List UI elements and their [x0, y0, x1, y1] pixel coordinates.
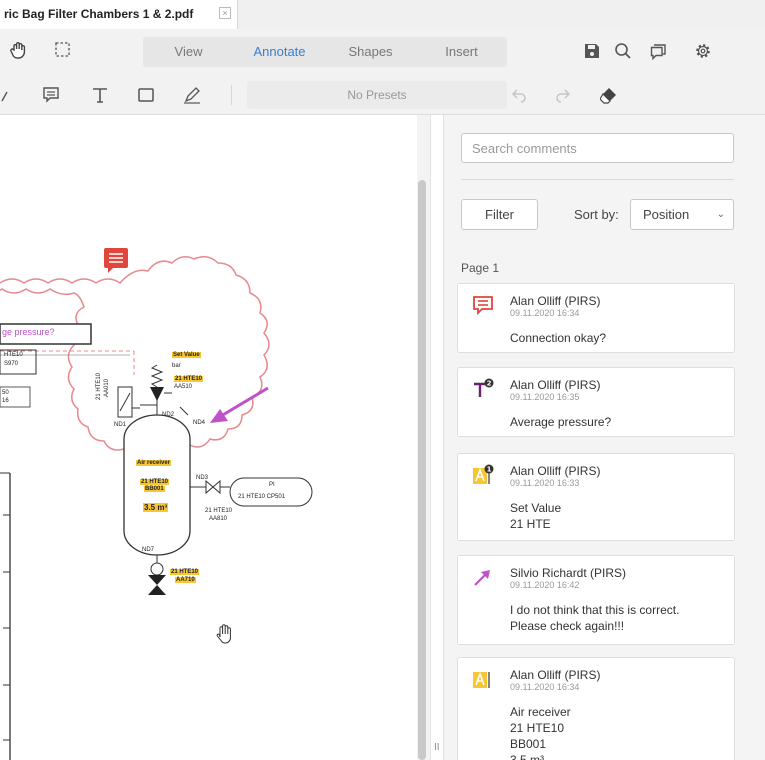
- page-comment-marker: [104, 248, 128, 273]
- save-icon[interactable]: [582, 41, 602, 61]
- hte-top-label: 21 HTE10: [174, 376, 204, 382]
- comment-author: Silvio Richardt (PIRS): [510, 566, 627, 580]
- sticky-note-comment-icon: [473, 296, 493, 316]
- aa710-label: AA710: [175, 577, 196, 583]
- sort-select-value: Position: [643, 207, 690, 222]
- document-tab-title: ric Bag Filter Chambers 1 & 2.pdf: [4, 7, 194, 21]
- comment-card[interactable]: 2 Alan Olliff (PIRS) 09.11.2020 16:35 Av…: [457, 367, 735, 437]
- resize-grip[interactable]: II: [434, 742, 440, 753]
- tab-insert[interactable]: Insert: [416, 37, 507, 67]
- left-label-d: 16: [2, 398, 9, 404]
- tab-shapes[interactable]: Shapes: [325, 37, 416, 67]
- comment-date: 09.11.2020 16:33: [510, 478, 580, 488]
- comment-card[interactable]: 1 Alan Olliff (PIRS) 09.11.2020 16:33 Se…: [457, 453, 735, 541]
- set-value-label: Set Value: [172, 352, 201, 358]
- document-canvas[interactable]: ge pressure? HTE10 S970 50 16 Set Value …: [0, 115, 430, 760]
- hte-vertical-label: 21 HTE10: [96, 372, 102, 400]
- badge-count: 2: [487, 380, 492, 388]
- marquee-select-icon[interactable]: [52, 39, 74, 61]
- comment-author: Alan Olliff (PIRS): [510, 668, 601, 682]
- volume-label: 3.5 m³: [143, 503, 169, 512]
- chevron-down-icon: ⌄: [716, 209, 725, 220]
- pen-tool-icon[interactable]: [181, 84, 203, 106]
- left-label-b: S970: [4, 361, 19, 367]
- redo-icon[interactable]: [553, 85, 573, 105]
- text-callout-comment-icon: 2: [474, 378, 494, 397]
- nd7-label: ND7: [142, 547, 155, 553]
- aa810-label: AA810: [209, 516, 228, 522]
- nd3-label: ND3: [196, 475, 209, 481]
- comment-text: I do not think that this is correct. Ple…: [510, 603, 680, 633]
- nd1-label: ND1: [114, 422, 127, 428]
- sticky-note-tool-icon[interactable]: [40, 84, 62, 106]
- hte-aa810-label: 21 HTE10: [205, 508, 233, 514]
- hte-bottom-label: 21 HTE10: [170, 569, 200, 575]
- search-icon[interactable]: [612, 40, 634, 62]
- panel-resize-divider[interactable]: II: [430, 115, 444, 760]
- document-scrollbar[interactable]: [417, 115, 430, 760]
- pan-hand-icon[interactable]: [8, 39, 30, 61]
- settings-gear-icon[interactable]: [692, 40, 714, 62]
- document-tab[interactable]: ric Bag Filter Chambers 1 & 2.pdf ×: [0, 0, 238, 29]
- filter-button[interactable]: Filter: [461, 199, 538, 230]
- comment-card[interactable]: Silvio Richardt (PIRS) 09.11.2020 16:42 …: [457, 555, 735, 645]
- left-label-a: HTE10: [4, 352, 23, 358]
- hte10-label: 21 HTE10: [140, 479, 170, 485]
- tab-view[interactable]: View: [143, 37, 234, 67]
- comment-date: 09.11.2020 16:34: [510, 682, 580, 692]
- comment-date: 09.11.2020 16:34: [510, 308, 580, 318]
- pdf-viewer-app: ric Bag Filter Chambers 1 & 2.pdf × View…: [0, 0, 765, 760]
- hand-cursor: [216, 624, 231, 644]
- aa510-label: AA510: [174, 384, 193, 390]
- page-group-label: Page 1: [461, 261, 500, 275]
- comment-date: 09.11.2020 16:35: [510, 392, 580, 402]
- toolbar-separator: [231, 85, 232, 105]
- comment-card[interactable]: Alan Olliff (PIRS) 09.11.2020 16:34 Conn…: [457, 283, 735, 353]
- comment-author: Alan Olliff (PIRS): [510, 294, 601, 308]
- main-toolbar: View Annotate Shapes Insert: [0, 29, 765, 75]
- air-receiver-label: Air receiver: [136, 460, 172, 466]
- partial-tool-icon[interactable]: [0, 85, 10, 105]
- cp501-label: 21 HTE10 CP501: [238, 494, 286, 500]
- presets-dropdown[interactable]: No Presets: [247, 81, 507, 109]
- comment-text: Average pressure?: [510, 415, 612, 429]
- comments-panel-icon[interactable]: [648, 40, 670, 62]
- comments-panel: Filter Sort by: Position ⌄ Page 1 Alan O…: [444, 115, 765, 760]
- tab-annotate[interactable]: Annotate: [234, 37, 325, 67]
- comment-text: Connection okay?: [510, 331, 607, 345]
- comment-author: Alan Olliff (PIRS): [510, 464, 601, 478]
- sort-by-label: Sort by:: [574, 207, 619, 222]
- highlight-comment-icon: 1: [473, 464, 494, 484]
- callout-text: ge pressure?: [2, 327, 55, 337]
- nd2-label: ND2: [162, 412, 175, 418]
- bb001-label: BB001: [144, 486, 165, 492]
- comment-card[interactable]: Alan Olliff (PIRS) 09.11.2020 16:34 Air …: [457, 657, 735, 760]
- aa010-label: AA010: [104, 378, 110, 397]
- badge-count: 1: [487, 466, 492, 474]
- sort-select[interactable]: Position ⌄: [630, 199, 734, 230]
- tab-close-icon[interactable]: ×: [219, 7, 231, 19]
- undo-icon[interactable]: [509, 85, 529, 105]
- comment-text: Air receiver 21 HTE10 BB001 3.5 m³: [510, 705, 571, 760]
- schematic-drawing: [0, 248, 313, 760]
- comment-text: Set Value 21 HTE: [510, 501, 562, 531]
- highlight-comment-icon: [473, 671, 490, 688]
- search-comments-input[interactable]: [461, 133, 734, 163]
- tab-bar: ric Bag Filter Chambers 1 & 2.pdf ×: [0, 0, 765, 29]
- arrow-comment-icon: [474, 570, 490, 586]
- annotation-toolbar: No Presets: [0, 75, 765, 115]
- comment-date: 09.11.2020 16:42: [510, 580, 580, 590]
- comment-author: Alan Olliff (PIRS): [510, 378, 601, 392]
- eraser-icon[interactable]: [598, 84, 620, 106]
- left-label-c: 50: [2, 390, 9, 396]
- pi-label: PI: [269, 482, 275, 488]
- text-tool-icon[interactable]: [89, 84, 111, 106]
- bar-label: bar: [172, 363, 181, 369]
- nd4-label: ND4: [193, 420, 206, 426]
- rectangle-tool-icon[interactable]: [135, 84, 157, 106]
- panel-divider: [461, 179, 734, 180]
- scrollbar-thumb[interactable]: [418, 180, 426, 760]
- mode-tabs: View Annotate Shapes Insert: [143, 37, 507, 67]
